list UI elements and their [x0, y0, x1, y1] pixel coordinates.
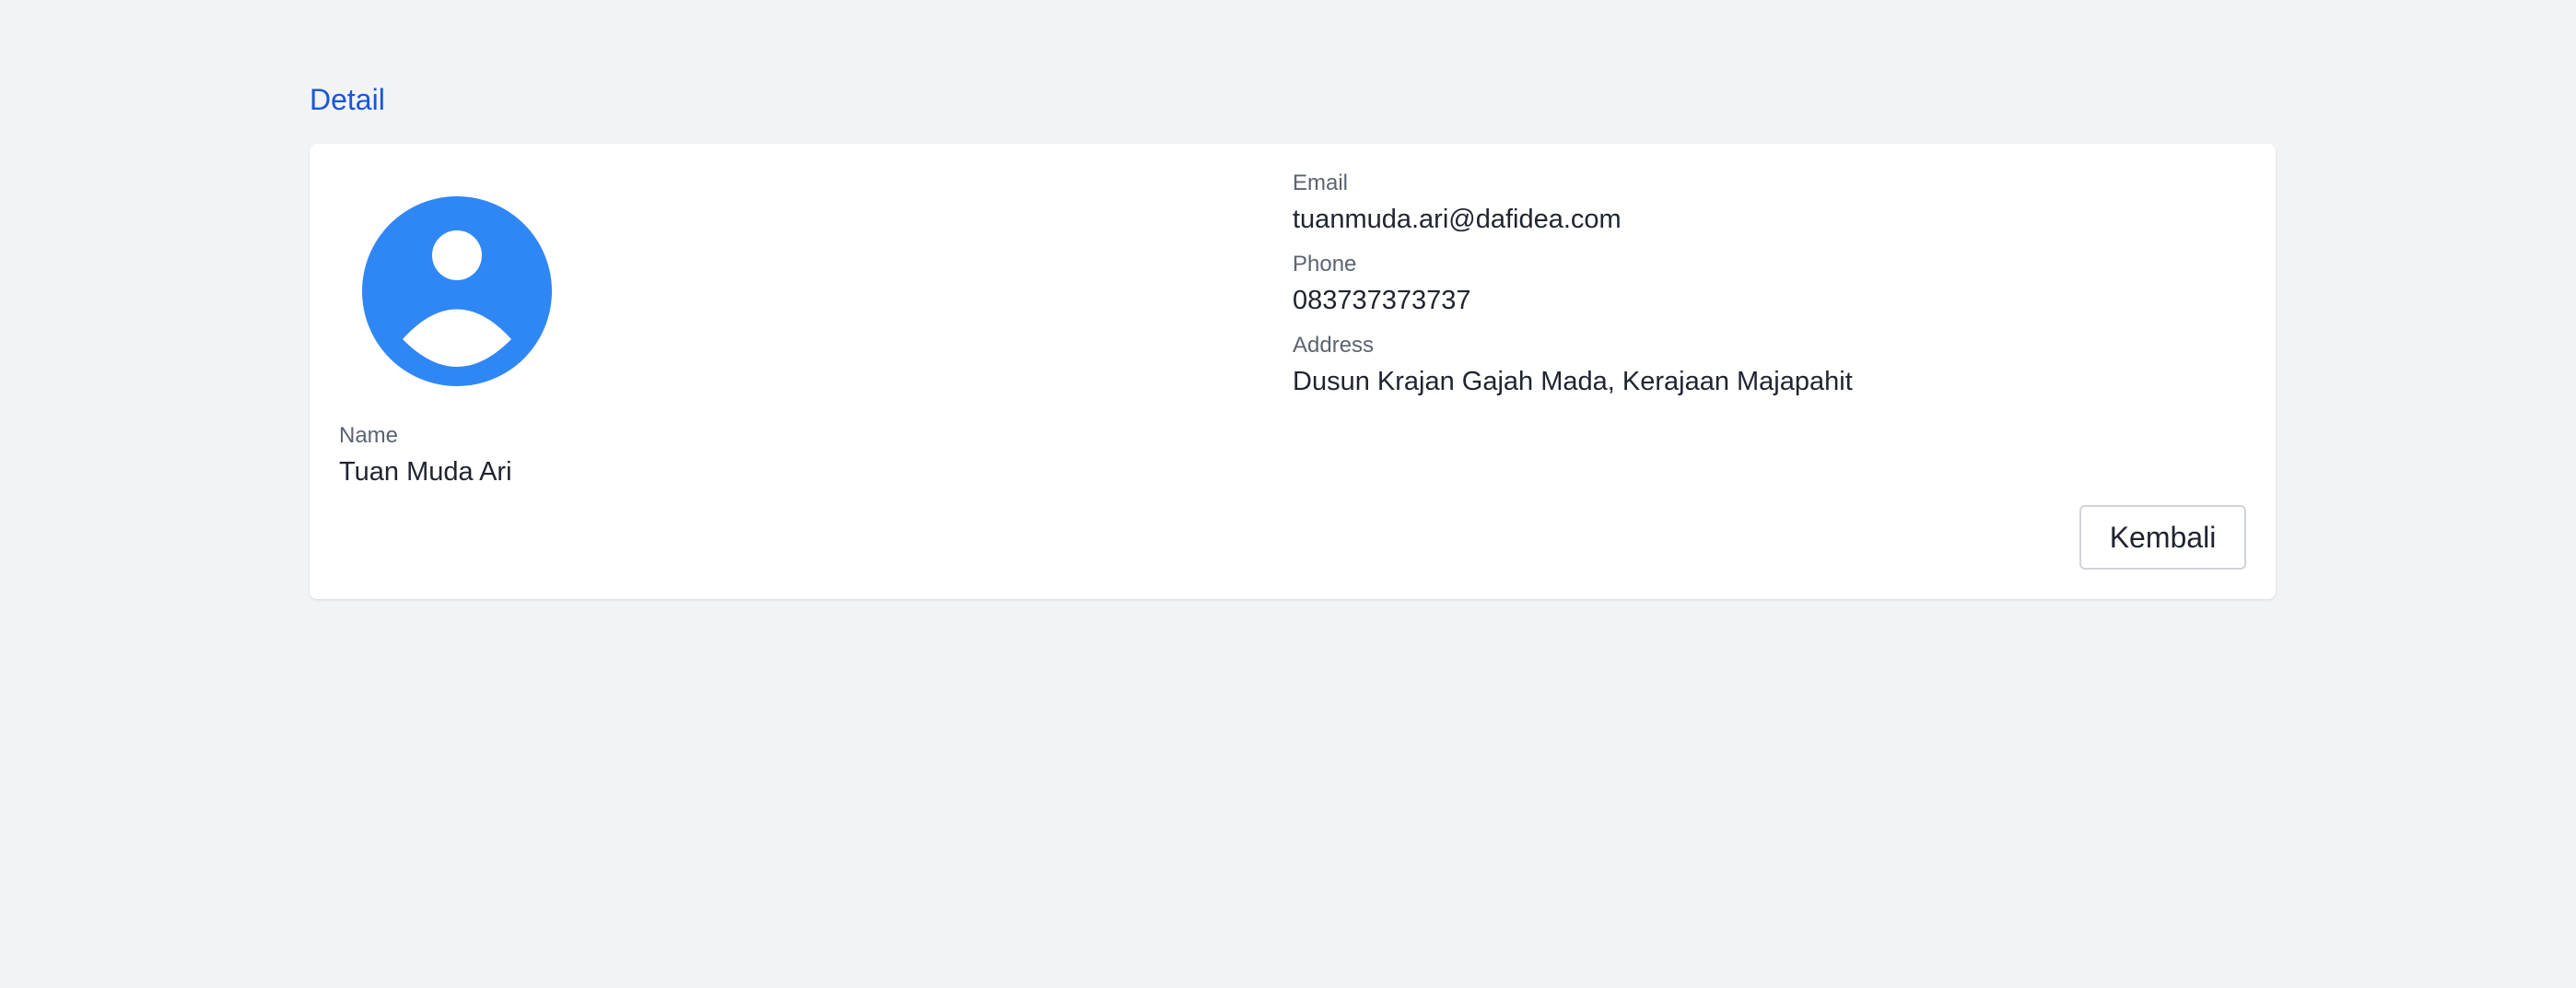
- back-button[interactable]: Kembali: [2079, 505, 2246, 570]
- user-avatar-icon: [362, 196, 552, 386]
- address-value: Dusun Krajan Gajah Mada, Kerajaan Majapa…: [1293, 367, 1853, 396]
- name-label: Name: [339, 423, 399, 448]
- address-label: Address: [1293, 333, 1375, 358]
- page-title: Detail: [310, 83, 385, 116]
- phone-label: Phone: [1293, 252, 1357, 276]
- phone-value: 083737373737: [1293, 286, 1471, 315]
- name-value: Tuan Muda Ari: [339, 457, 512, 487]
- email-value: tuanmuda.ari@dafidea.com: [1293, 205, 1622, 234]
- email-label: Email: [1293, 171, 1349, 195]
- detail-card: Name Tuan Muda Ari Email tuanmuda.ari@da…: [310, 144, 2276, 599]
